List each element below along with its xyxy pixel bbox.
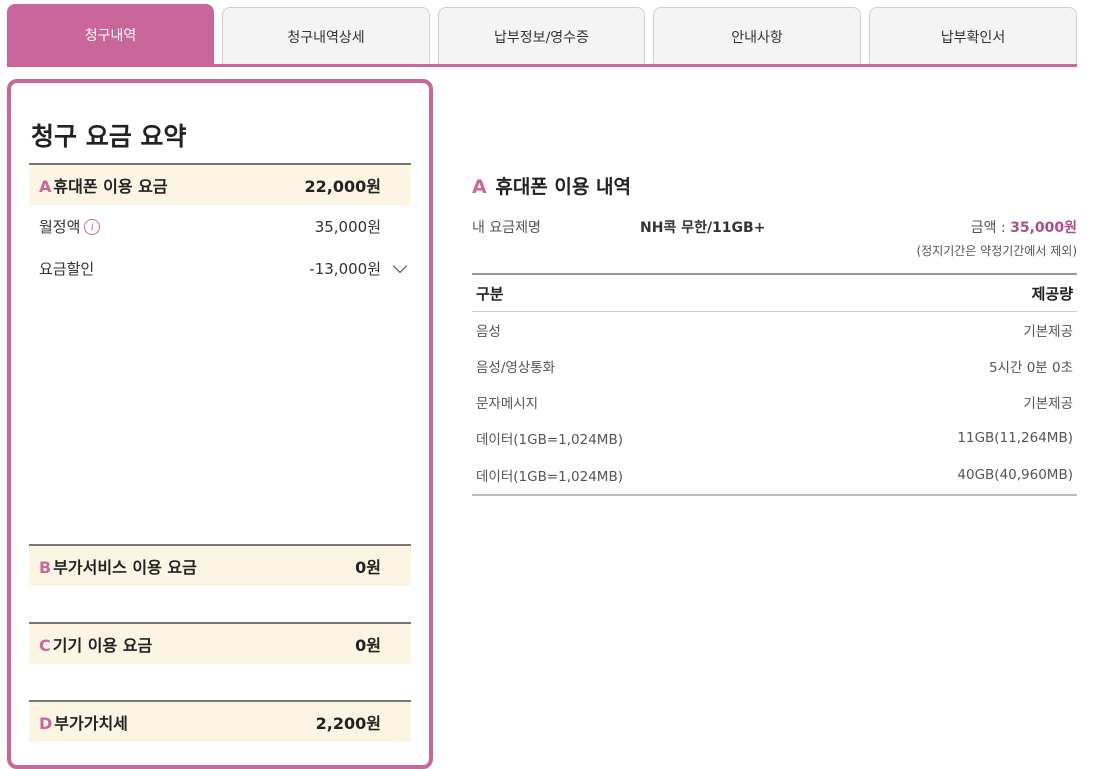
section-d-header: D 부가가치세 2,200원 [29,700,411,742]
section-letter: C [39,636,51,655]
section-c-header: C 기기 이용 요금 0원 [29,622,411,664]
plan-row: 내 요금제명 NH콕 무한/11GB+ 금액 : 35,000원 [472,217,1077,247]
section-label: 기기 이용 요금 [52,636,153,655]
section-vat: D 부가가치세 2,200원 [29,700,411,742]
plan-name: NH콕 무한/11GB+ [640,220,766,236]
table-row: 문자메시지 기본제공 [472,384,1077,420]
section-device-usage: C 기기 이용 요금 0원 [29,622,411,664]
amount-label: 금액 : [970,220,1011,236]
tab-notices[interactable]: 안내사항 [653,7,861,65]
tab-bar: 청구내역 청구내역상세 납부정보/영수증 안내사항 납부확인서 [7,4,1077,67]
header-category: 구분 [476,284,504,303]
plan-label: 내 요금제명 [472,220,541,236]
tab-payment-receipt[interactable]: 납부정보/영수증 [438,7,645,65]
monthly-fee-label: 월정액 [39,217,81,236]
row-allowance: 기본제공 [1023,324,1073,340]
phone-usage-detail: A 휴대폰 이용 내역 내 요금제명 NH콕 무한/11GB+ 금액 : 35,… [472,172,1077,496]
discount-amount: -13,000원 [309,259,381,278]
detail-title-text: 휴대폰 이용 내역 [495,176,631,198]
table-header: 구분 제공량 [472,275,1077,312]
discount-label: 요금할인 [39,259,95,278]
section-amount: 2,200원 [315,714,381,733]
row-category: 데이터(1GB=1,024MB) [476,432,623,448]
section-label: 부가가치세 [54,714,128,733]
tab-payment-confirmation[interactable]: 납부확인서 [869,7,1077,65]
table-row: 데이터(1GB=1,024MB) 40GB(40,960MB) [472,456,1077,494]
row-allowance: 5시간 0분 0초 [988,360,1073,376]
section-addon-services: B 부가서비스 이용 요금 0원 [29,544,411,586]
header-allowance: 제공량 [1031,284,1073,303]
row-allowance: 기본제공 [1023,396,1073,412]
monthly-fee-amount: 35,000원 [314,217,381,236]
table-row: 음성/영상통화 5시간 0분 0초 [472,348,1077,384]
section-amount: 0원 [355,636,381,655]
detail-letter: A [472,176,487,198]
monthly-fee-row: 월정액 i 35,000원 [29,205,411,247]
tab-underline [7,64,1077,67]
tab-billing-detail[interactable]: 청구내역상세 [222,7,430,65]
tab-billing-history[interactable]: 청구내역 [7,4,214,65]
chevron-down-icon[interactable] [392,258,408,274]
row-allowance: 40GB(40,960MB) [957,467,1073,483]
summary-title: 청구 요금 요약 [31,122,187,151]
section-b-header: B 부가서비스 이용 요금 0원 [29,544,411,586]
section-letter: A [39,177,52,196]
detail-title: A 휴대폰 이용 내역 [472,172,1077,199]
section-phone-usage: A 휴대폰 이용 요금 22,000원 월정액 i 35,000원 요금할인 -13… [29,163,411,289]
row-category: 데이터(1GB=1,024MB) [476,469,623,485]
section-letter: D [39,714,53,733]
section-a-header: A 휴대폰 이용 요금 22,000원 [29,163,411,205]
amount-value: 35,000원 [1010,220,1077,236]
row-category: 문자메시지 [476,396,539,412]
section-label: 휴대폰 이용 요금 [53,177,168,196]
section-amount: 0원 [355,558,381,577]
info-icon[interactable]: i [84,219,101,235]
usage-table: 구분 제공량 음성 기본제공 음성/영상통화 5시간 0분 0초 문자메시지 기… [472,273,1077,496]
section-label: 부가서비스 이용 요금 [53,558,197,577]
plan-amount: 금액 : 35,000원 [971,217,1077,237]
section-letter: B [39,558,52,577]
row-category: 음성 [476,324,501,340]
section-amount: 22,000원 [304,177,381,196]
discount-row[interactable]: 요금할인 -13,000원 [29,247,411,289]
row-category: 음성/영상통화 [476,360,556,376]
billing-summary-panel: 청구 요금 요약 A 휴대폰 이용 요금 22,000원 월정액 i 35,000원… [7,79,433,769]
row-allowance: 11GB(11,264MB) [957,430,1073,446]
table-row: 데이터(1GB=1,024MB) 11GB(11,264MB) [472,420,1077,456]
table-row: 음성 기본제공 [472,312,1077,348]
